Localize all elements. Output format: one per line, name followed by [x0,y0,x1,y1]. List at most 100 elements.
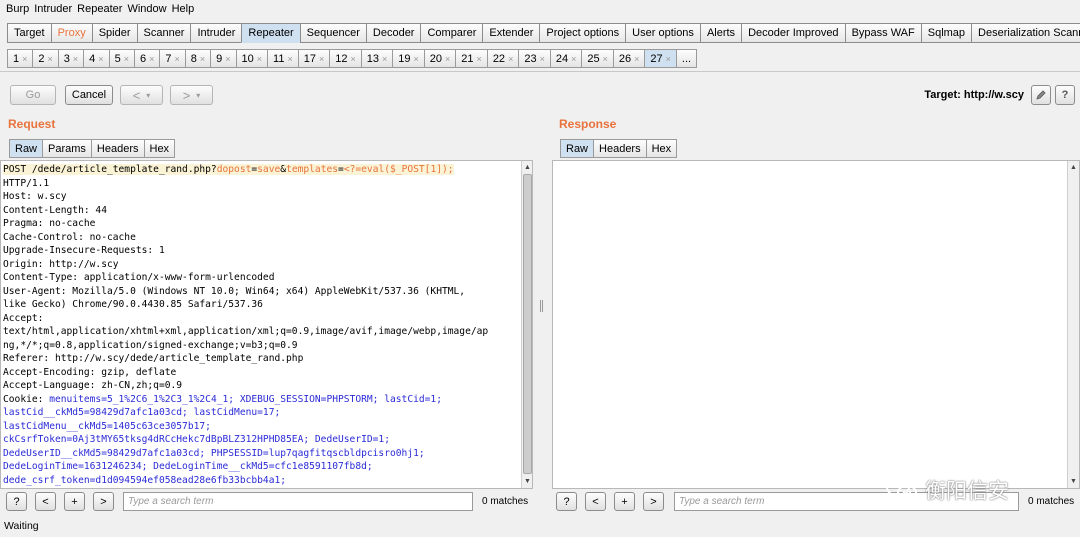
close-icon[interactable]: × [149,54,154,64]
close-icon[interactable]: × [350,54,355,64]
menu-repeater[interactable]: Repeater [77,3,122,15]
close-icon[interactable]: × [414,54,419,64]
close-icon[interactable]: × [508,54,513,64]
request-editor[interactable]: POST /dede/article_template_rand.php?dop… [0,160,533,489]
tab-hex[interactable]: Hex [645,139,678,158]
repeater-tab[interactable]: 2 × [32,49,58,68]
scroll-up-icon[interactable]: ▲ [1068,162,1079,173]
tab-alerts[interactable]: Alerts [699,23,742,43]
menu-help[interactable]: Help [172,3,195,15]
edit-target-button[interactable] [1031,85,1051,105]
close-icon[interactable]: × [73,54,78,64]
close-icon[interactable]: × [174,54,179,64]
tab-sequencer[interactable]: Sequencer [299,23,366,43]
scroll-down-icon[interactable]: ▼ [522,476,532,487]
split-handle[interactable] [540,300,543,312]
close-icon[interactable]: × [22,54,27,64]
repeater-tab[interactable]: 25 × [581,49,613,68]
repeater-tab[interactable]: 9 × [210,49,236,68]
new-tab-button[interactable]: ... [675,49,698,68]
tab-decoder[interactable]: Decoder [365,23,421,43]
close-icon[interactable]: × [445,54,450,64]
repeater-tab[interactable]: 12 × [329,49,361,68]
tab-repeater[interactable]: Repeater [241,23,300,43]
repeater-tab[interactable]: 11 × [267,49,298,68]
tab-params[interactable]: Params [42,139,91,158]
request-text[interactable]: POST /dede/article_template_rand.php?dop… [3,163,488,487]
cancel-button[interactable]: Cancel [65,85,113,105]
tab-raw[interactable]: Raw [560,139,594,158]
repeater-tab[interactable]: 10 × [235,49,268,68]
repeater-tab[interactable]: 24 × [549,49,582,68]
tab-headers[interactable]: Headers [593,139,646,158]
tab-extender[interactable]: Extender [482,23,540,43]
search-help-button[interactable]: ? [556,492,577,511]
tab-comparer[interactable]: Comparer [420,23,483,43]
forward-button[interactable]: > ▾ [170,85,213,105]
search-next-button[interactable]: > [93,492,114,511]
go-button[interactable]: Go [10,85,56,105]
request-search-input[interactable] [123,492,473,511]
tab-proxy[interactable]: Proxy [50,23,92,43]
close-icon[interactable]: × [48,54,53,64]
menu-intruder[interactable]: Intruder [34,3,72,15]
tab-project-options[interactable]: Project options [539,23,626,43]
tab-spider[interactable]: Spider [91,23,137,43]
repeater-tab[interactable]: 23 × [518,49,550,68]
close-icon[interactable]: × [477,54,482,64]
repeater-tab[interactable]: 8 × [184,49,211,68]
search-options-button[interactable]: + [64,492,85,511]
search-options-button[interactable]: + [614,492,635,511]
close-icon[interactable]: × [257,54,262,64]
repeater-tab[interactable]: 17 × [297,49,330,68]
response-editor[interactable]: ▲ ▼ [552,160,1080,489]
tab-hex[interactable]: Hex [143,139,176,158]
search-help-button[interactable]: ? [6,492,27,511]
tab-user-options[interactable]: User options [625,23,700,43]
help-button[interactable]: ? [1055,85,1075,105]
repeater-tab[interactable]: 6 × [133,49,160,68]
response-scrollbar[interactable]: ▲ ▼ [1067,161,1079,488]
back-button[interactable]: < ▾ [120,85,163,105]
tab-decoder-improved[interactable]: Decoder Improved [741,23,845,43]
close-icon[interactable]: × [98,54,103,64]
close-icon[interactable]: × [225,54,230,64]
tab-intruder[interactable]: Intruder [190,23,242,43]
repeater-tab[interactable]: 22 × [486,49,519,68]
close-icon[interactable]: × [200,54,205,64]
scroll-down-icon[interactable]: ▼ [1068,476,1079,487]
request-scrollbar[interactable]: ▲ ▼ [521,161,532,488]
close-icon[interactable]: × [382,54,387,64]
tab-deserialization-scanner[interactable]: Deserialization Scanner [971,23,1080,43]
tab-raw[interactable]: Raw [9,139,43,158]
scroll-up-icon[interactable]: ▲ [522,162,532,173]
repeater-tab[interactable]: 19 × [392,49,424,68]
menu-window[interactable]: Window [127,3,166,15]
repeater-tab[interactable]: 5 × [108,49,134,68]
menu-burp[interactable]: Burp [6,3,29,15]
close-icon[interactable]: × [540,54,545,64]
close-icon[interactable]: × [634,54,639,64]
scroll-thumb[interactable] [523,174,532,474]
close-icon[interactable]: × [319,54,324,64]
repeater-tab[interactable]: 26 × [612,49,645,68]
tab-bypass-waf[interactable]: Bypass WAF [844,23,921,43]
repeater-tab[interactable]: 3 × [57,49,84,68]
repeater-tab[interactable]: 1 × [7,49,33,68]
repeater-tab-active[interactable]: 27 × [644,49,676,68]
tab-headers[interactable]: Headers [90,139,144,158]
repeater-tab[interactable]: 7 × [159,49,185,68]
repeater-tab[interactable]: 13 × [360,49,393,68]
search-next-button[interactable]: > [643,492,664,511]
close-icon[interactable]: × [287,54,292,64]
search-prev-button[interactable]: < [585,492,606,511]
tab-sqlmap[interactable]: Sqlmap [920,23,972,43]
tab-scanner[interactable]: Scanner [136,23,191,43]
repeater-tab[interactable]: 4 × [83,49,109,68]
search-prev-button[interactable]: < [35,492,56,511]
close-icon[interactable]: × [666,54,671,64]
tab-target[interactable]: Target [7,23,51,43]
repeater-tab[interactable]: 20 × [423,49,456,68]
close-icon[interactable]: × [571,54,576,64]
repeater-tab[interactable]: 21 × [455,49,487,68]
